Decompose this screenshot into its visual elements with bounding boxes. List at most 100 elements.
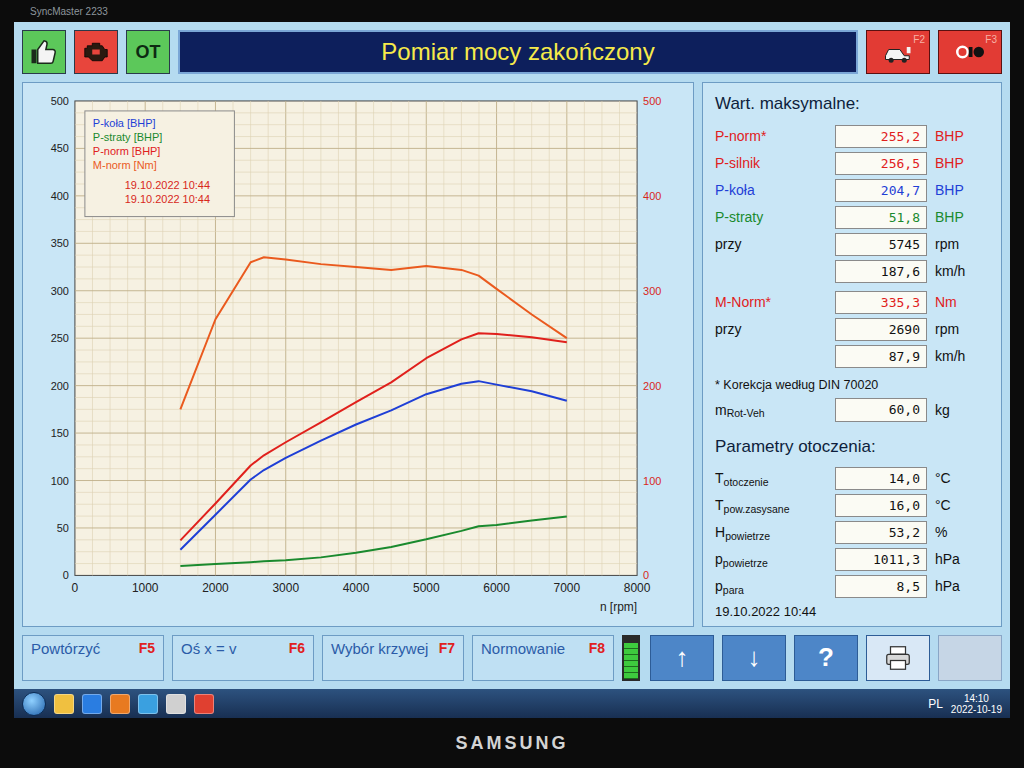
grid-line (75, 255, 637, 256)
unit-label: BHP (935, 207, 979, 228)
value-row: 87,9 km/h (715, 345, 989, 368)
nav-button-label: ↓ (748, 638, 761, 677)
value-label: Tpow.zasysane (715, 495, 827, 516)
legend-date: 19.10.2022 10:44 (125, 179, 210, 191)
label-subscript: powietrze (723, 557, 768, 569)
x-tick: 5000 (413, 582, 440, 596)
function-key-button[interactable]: F2 (866, 30, 930, 74)
function-key-label: F3 (985, 32, 997, 47)
label-text: przy (715, 236, 741, 252)
footer-button[interactable]: NormowanieF8 (472, 635, 614, 681)
x-tick: 0 (72, 582, 79, 596)
y-right-tick: 200 (643, 380, 661, 392)
grid-line (75, 279, 637, 280)
language-indicator[interactable]: PL (928, 695, 943, 713)
series-line (180, 382, 566, 551)
unit-label: BHP (935, 180, 979, 201)
x-axis-label: n [rpm] (600, 601, 637, 615)
title: Pomiar mocy zakończony (381, 34, 654, 70)
grid-line (75, 314, 637, 315)
grid-line (75, 563, 637, 564)
taskbar-app-icon[interactable] (138, 694, 158, 714)
footer-button-label: Oś x = v (181, 640, 236, 657)
status-indicator[interactable] (74, 30, 118, 74)
value-label: P-koła (715, 180, 827, 201)
unit-label: km/h (935, 346, 979, 367)
nav-button[interactable]: ↓ (722, 635, 786, 681)
grid-line (75, 480, 637, 481)
footer-button-key: F8 (589, 640, 605, 656)
value-field: 60,0 (835, 398, 927, 422)
label-subscript: pow.zasysane (724, 503, 790, 515)
unit-label: BHP (935, 153, 979, 174)
label-subscript: para (723, 584, 744, 596)
start-button[interactable] (22, 692, 46, 716)
status-indicator[interactable]: OT (126, 30, 170, 74)
clock[interactable]: 14:102022-10-19 (951, 693, 1002, 715)
value-field: 16,0 (835, 494, 927, 518)
printer-icon (883, 643, 913, 673)
grid-line (75, 421, 637, 422)
value-label: mRot-Veh (715, 400, 827, 421)
nav-button-label: ? (818, 638, 834, 677)
y-left-tick: 350 (51, 238, 69, 250)
grid-line (75, 374, 637, 375)
status-indicator[interactable] (22, 30, 66, 74)
grid-line (75, 409, 637, 410)
footer-button[interactable]: PowtórzyćF5 (22, 635, 164, 681)
unit-label: km/h (935, 261, 979, 282)
value-field: 87,9 (835, 345, 927, 369)
value-row: ppowietrze1011,3hPa (715, 548, 989, 571)
correction-note: * Korekcja według DIN 70020 (715, 376, 989, 395)
value-row: P-norm*255,2BHP (715, 125, 989, 148)
taskbar-app-icon[interactable] (166, 694, 186, 714)
main-area: 0100020003000400050006000700080000501001… (22, 82, 1002, 626)
grid-line (75, 469, 637, 470)
label-text: H (715, 524, 725, 540)
footer-button[interactable]: Oś x = vF6 (172, 635, 314, 681)
taskbar-app-icon[interactable] (54, 694, 74, 714)
legend-date: 19.10.2022 10:44 (125, 193, 210, 205)
value-row: przy2690rpm (715, 318, 989, 341)
nav-button[interactable] (938, 635, 1002, 681)
monitor-top-bezel: SyncMaster 2233 (14, 0, 1010, 22)
y-right-tick: 500 (643, 95, 661, 107)
function-key-button[interactable]: F3 (938, 30, 1002, 74)
nav-button[interactable] (866, 635, 930, 681)
label-text: P-norm* (715, 128, 766, 144)
value-label: ppara (715, 576, 827, 597)
taskbar-app-icon[interactable] (82, 694, 102, 714)
app-window: OTPomiar mocy zakończonyF2F3010002000300… (14, 22, 1010, 689)
car-icon (881, 37, 915, 67)
unit-label: °C (935, 468, 979, 489)
unit-label: kg (935, 400, 979, 421)
footer-button-key: F7 (439, 640, 455, 656)
grid-line (75, 338, 637, 339)
taskbar-app-icon[interactable] (110, 694, 130, 714)
y-left-tick: 300 (51, 285, 69, 297)
y-right-tick: 300 (643, 285, 661, 297)
nav-button[interactable]: ? (794, 635, 858, 681)
measurement-date: 19.10.2022 10:44 (715, 602, 989, 622)
power-chart: 0100020003000400050006000700080000501001… (27, 87, 689, 621)
y-left-tick: 450 (51, 143, 69, 155)
nav-button[interactable]: ↑ (650, 635, 714, 681)
label-text: P-straty (715, 209, 763, 225)
value-field: 14,0 (835, 467, 927, 491)
label-text: przy (715, 321, 741, 337)
function-key-label: F2 (913, 32, 925, 47)
value-field: 53,2 (835, 521, 927, 545)
grid-line (75, 243, 637, 244)
grid-line (75, 326, 637, 327)
footer-button[interactable]: Wybór krzywejF7 (322, 635, 464, 681)
legend-entry: P-koła [BHP] (93, 117, 156, 129)
footer: PowtórzyćF5Oś x = vF6Wybór krzywejF7Norm… (22, 635, 1002, 681)
series-line (180, 517, 566, 566)
legend-entry: P-norm [BHP] (93, 145, 161, 157)
taskbar-app-icon[interactable] (194, 694, 214, 714)
value-row: Hpowietrze53,2% (715, 521, 989, 544)
unit-label: BHP (935, 126, 979, 147)
value-row: Tpow.zasysane16,0°C (715, 494, 989, 517)
taskbar: PL 14:102022-10-19 (14, 689, 1010, 718)
status-label: OT (136, 39, 161, 66)
